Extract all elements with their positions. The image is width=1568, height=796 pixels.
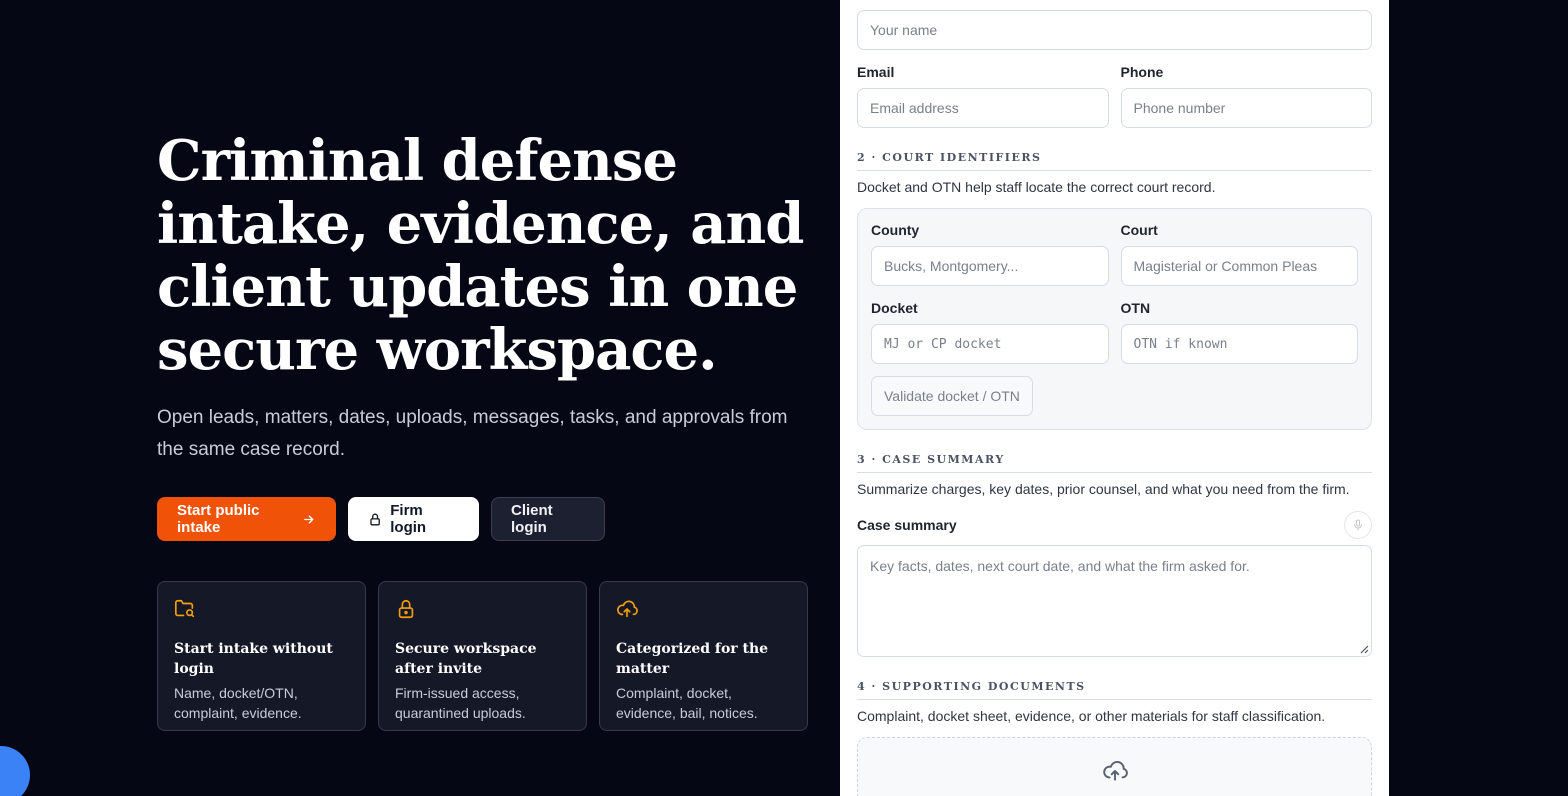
email-placeholder: Email address [870,100,959,116]
dictate-button[interactable] [1344,511,1372,539]
client-login-label: Client login [511,502,553,536]
lock-icon [370,513,380,525]
email-input[interactable]: Email address [857,88,1109,128]
validate-docket-button[interactable]: Validate docket / OTN [871,376,1033,416]
start-public-intake-label: Start public intake [177,502,260,536]
case-summary-textarea[interactable]: Key facts, dates, next court date, and w… [857,545,1372,657]
feature-title: Start intake without login [174,641,333,677]
docket-label: Docket [871,300,918,316]
court-identifiers-box: County Bucks, Montgomery... Court Magist… [857,208,1372,430]
start-public-intake-button[interactable]: Start public intake [157,497,336,541]
intake-form-panel: Your name Email Email address Phone Phon… [840,0,1389,796]
validate-docket-label: Validate docket / OTN [884,388,1020,404]
cloud-upload-icon [1102,761,1128,781]
section-title-court-identifiers: 2 · COURT IDENTIFIERS [857,151,1372,171]
section-desc-court-identifiers: Docket and OTN help staff locate the cor… [857,179,1216,195]
docket-placeholder: MJ or CP docket [884,336,1002,352]
document-upload-dropzone[interactable] [857,737,1372,796]
phone-input[interactable]: Phone number [1120,88,1372,128]
section-title-case-summary: 3 · CASE SUMMARY [857,453,1372,473]
hero-section: Criminal defense intake, evidence, and c… [157,0,817,796]
court-label: Court [1120,222,1158,238]
section-title-supporting-documents: 4 · SUPPORTING DOCUMENTS [857,680,1372,700]
client-login-button[interactable]: Client login [491,497,605,541]
cloud-upload-icon [617,600,638,618]
county-label: County [871,222,920,238]
lock-icon [398,599,414,619]
feature-desc: Firm-issued access, quarantined uploads. [395,685,526,721]
firm-login-button[interactable]: Firm login [348,497,479,541]
firm-login-label: Firm login [390,502,427,536]
feature-title: Secure workspace after invite [395,641,537,677]
case-summary-placeholder: Key facts, dates, next court date, and w… [870,558,1250,574]
resize-handle-icon[interactable] [1359,644,1369,654]
docket-input[interactable]: MJ or CP docket [871,324,1109,364]
hero-headline: Criminal defense intake, evidence, and c… [157,128,804,383]
feature-cards: Start intake without login Name, docket/… [157,581,808,731]
feature-desc: Complaint, docket, evidence, bail, notic… [616,685,758,721]
county-placeholder: Bucks, Montgomery... [884,258,1019,274]
case-summary-label: Case summary [857,517,957,533]
cta-group: Start public intake Firm login Client lo… [157,497,605,541]
email-label: Email [857,64,895,80]
otn-placeholder: OTN if known [1133,336,1228,352]
microphone-icon [1354,519,1362,531]
arrow-right-icon [304,514,314,524]
floating-action-button[interactable] [0,746,30,796]
county-input[interactable]: Bucks, Montgomery... [871,246,1109,286]
court-input[interactable]: Magisterial or Common Pleas [1120,246,1358,286]
phone-label: Phone [1120,64,1164,80]
hero-subtext: Open leads, matters, dates, uploads, mes… [157,407,788,460]
feature-desc: Name, docket/OTN, complaint, evidence. [174,685,302,721]
feature-card: Start intake without login Name, docket/… [157,581,366,731]
folder-search-icon [175,599,195,618]
court-placeholder: Magisterial or Common Pleas [1133,258,1318,274]
otn-input[interactable]: OTN if known [1120,324,1358,364]
section-desc-supporting-documents: Complaint, docket sheet, evidence, or ot… [857,708,1326,724]
feature-card: Secure workspace after invite Firm-issue… [378,581,587,731]
name-placeholder: Your name [870,22,938,38]
phone-placeholder: Phone number [1133,100,1226,116]
name-input[interactable]: Your name [857,10,1372,50]
feature-card: Categorized for the matter Complaint, do… [599,581,808,731]
otn-label: OTN [1120,300,1151,316]
feature-title: Categorized for the matter [616,641,769,677]
section-desc-case-summary: Summarize charges, key dates, prior coun… [857,481,1350,497]
